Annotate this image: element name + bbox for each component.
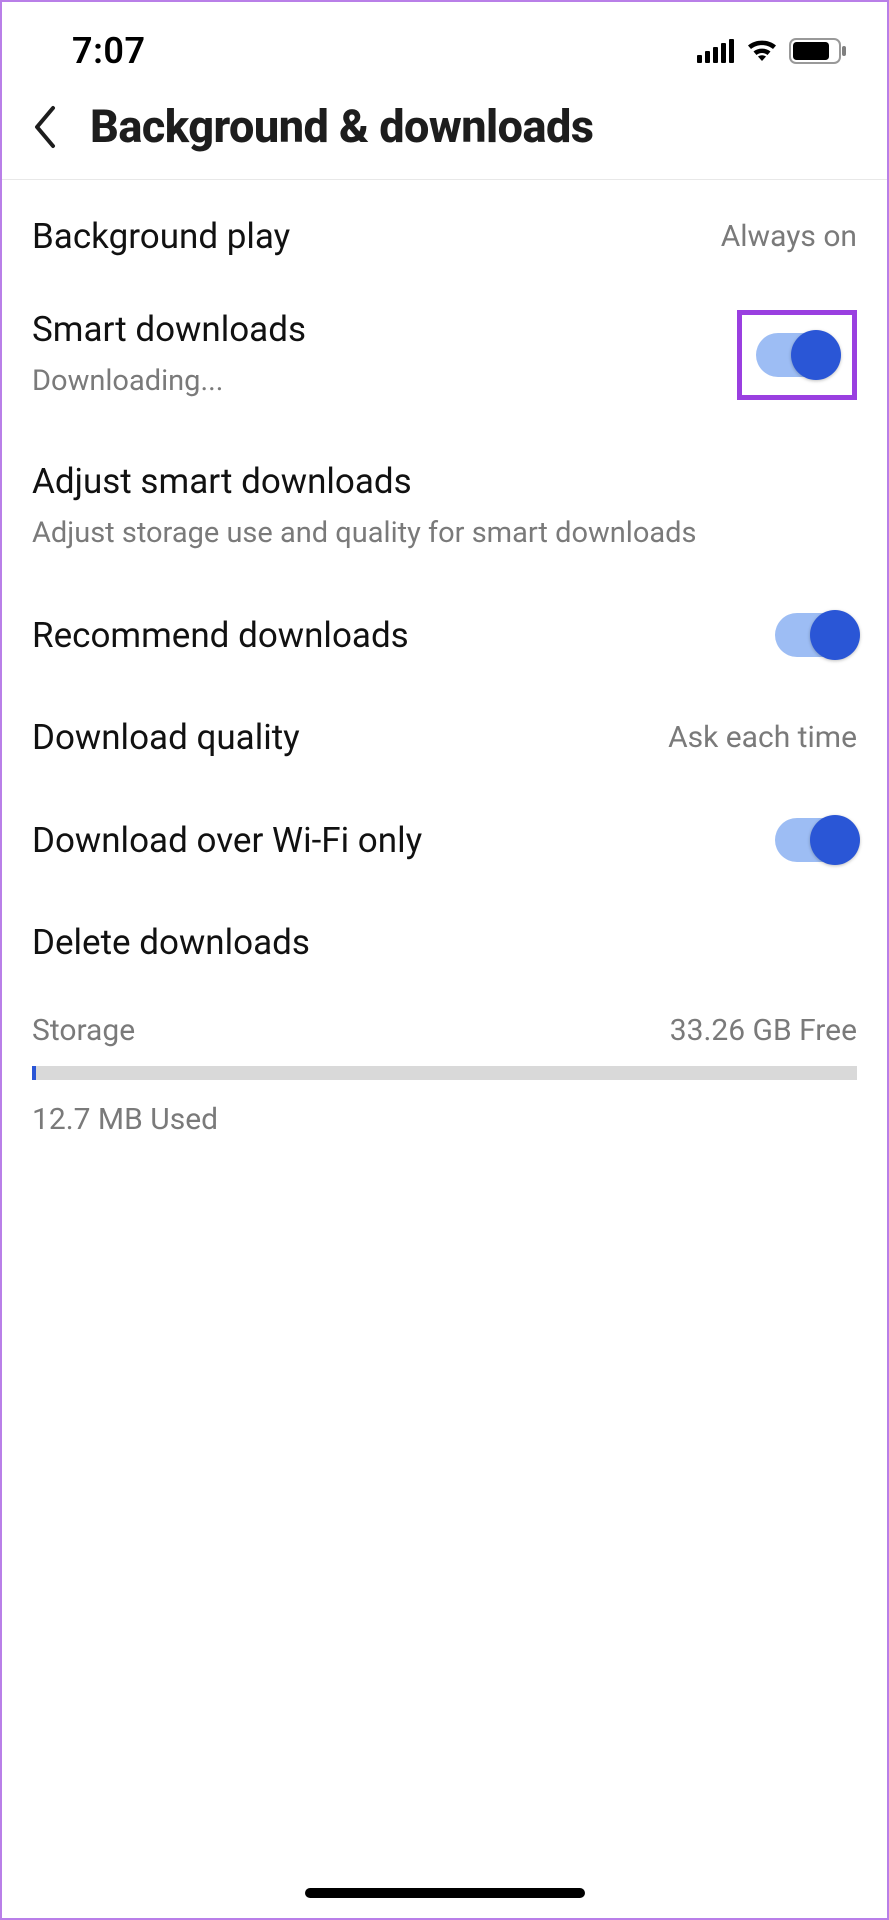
row-background-play[interactable]: Background play Always on [2, 186, 887, 287]
row-download-wifi-only[interactable]: Download over Wi-Fi only [2, 788, 887, 892]
settings-list: Background play Always on Smart download… [2, 180, 887, 1157]
recommend-downloads-toggle[interactable] [775, 613, 857, 657]
wifi-icon [745, 39, 779, 63]
row-content: Delete downloads [32, 922, 857, 963]
cellular-signal-icon [697, 39, 735, 63]
status-bar: 7:07 [2, 2, 887, 82]
smart-downloads-toggle[interactable] [756, 333, 838, 377]
row-title: Adjust smart downloads [32, 461, 857, 502]
page-title: Background & downloads [90, 100, 593, 153]
row-recommend-downloads[interactable]: Recommend downloads [2, 583, 887, 687]
storage-bar-used [32, 1066, 36, 1080]
row-title: Download quality [32, 717, 648, 758]
chevron-left-icon [31, 104, 57, 150]
row-value: Ask each time [668, 720, 857, 755]
row-value: Always on [721, 219, 857, 254]
row-content: Background play [32, 216, 701, 257]
status-time: 7:07 [72, 30, 146, 72]
row-content: Recommend downloads [32, 615, 755, 656]
row-title: Delete downloads [32, 922, 857, 963]
row-delete-downloads[interactable]: Delete downloads [2, 892, 887, 993]
status-icons [697, 38, 847, 64]
row-content: Download over Wi-Fi only [32, 820, 755, 861]
toggle-knob [810, 610, 860, 660]
storage-header: Storage 33.26 GB Free [32, 1013, 857, 1048]
row-content: Download quality [32, 717, 648, 758]
battery-icon [789, 38, 847, 64]
toggle-knob [810, 815, 860, 865]
row-content: Smart downloads Downloading... [32, 309, 717, 401]
storage-used-label: 12.7 MB Used [32, 1102, 857, 1137]
storage-section: Storage 33.26 GB Free 12.7 MB Used [2, 993, 887, 1157]
row-subtitle: Downloading... [32, 362, 717, 401]
back-button[interactable] [24, 101, 64, 153]
storage-bar [32, 1066, 857, 1080]
row-title: Download over Wi-Fi only [32, 820, 755, 861]
row-subtitle: Adjust storage use and quality for smart… [32, 514, 857, 553]
row-download-quality[interactable]: Download quality Ask each time [2, 687, 887, 788]
row-smart-downloads[interactable]: Smart downloads Downloading... [2, 287, 887, 423]
home-indicator[interactable] [305, 1888, 585, 1898]
row-content: Adjust smart downloads Adjust storage us… [32, 461, 857, 553]
storage-free: 33.26 GB Free [670, 1013, 857, 1048]
storage-label: Storage [32, 1013, 135, 1048]
page-header: Background & downloads [2, 82, 887, 180]
toggle-knob [791, 330, 841, 380]
download-wifi-toggle[interactable] [775, 818, 857, 862]
row-adjust-smart-downloads[interactable]: Adjust smart downloads Adjust storage us… [2, 423, 887, 583]
row-title: Smart downloads [32, 309, 717, 350]
row-title: Recommend downloads [32, 615, 755, 656]
row-title: Background play [32, 216, 701, 257]
device-frame: 7:07 [0, 0, 889, 1920]
annotation-highlight [737, 310, 857, 400]
